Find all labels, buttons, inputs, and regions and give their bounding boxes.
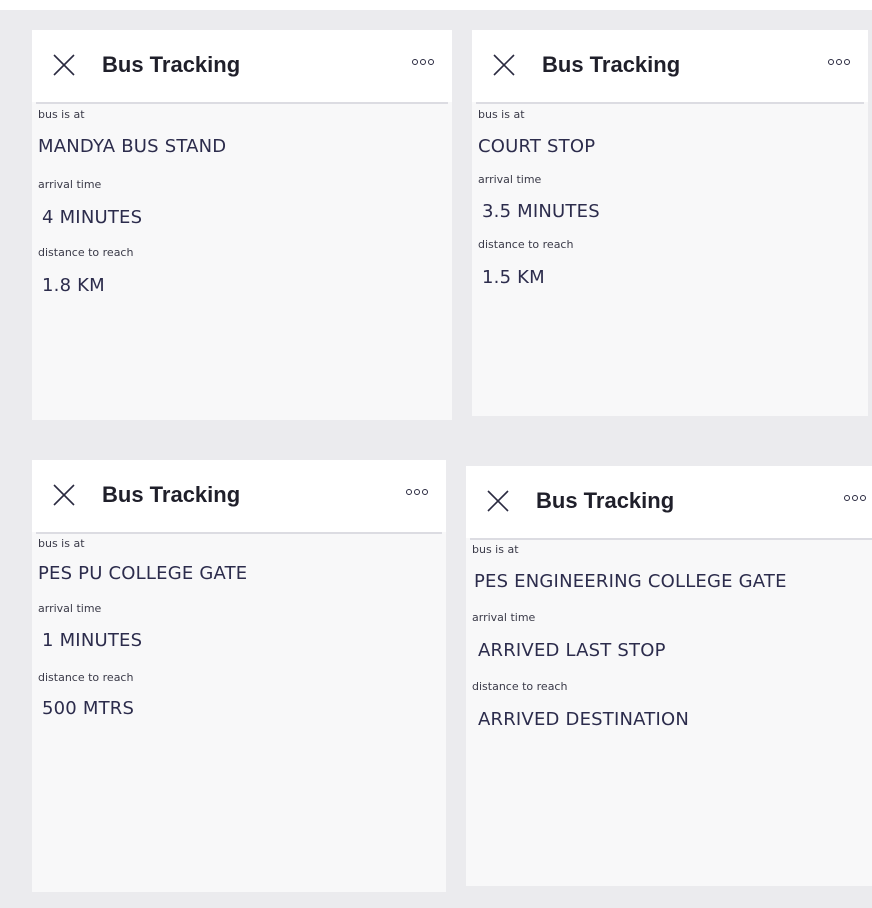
more-options-icon[interactable] — [406, 489, 428, 495]
more-options-icon[interactable] — [844, 495, 866, 501]
arrival-time-value: 1 MINUTES — [42, 630, 143, 651]
bus-location-label: bus is at — [478, 108, 525, 121]
more-options-icon[interactable] — [828, 59, 850, 65]
arrival-time-label: arrival time — [472, 611, 536, 624]
arrival-time-value: ARRIVED LAST STOP — [478, 640, 666, 661]
header-divider — [476, 102, 864, 104]
card-header: Bus Tracking — [32, 30, 452, 102]
card-header: Bus Tracking — [466, 466, 872, 538]
header-divider — [36, 102, 448, 104]
card-header: Bus Tracking — [472, 30, 868, 102]
card-header: Bus Tracking — [32, 460, 446, 532]
bus-location-value: COURT STOP — [478, 136, 596, 157]
arrival-time-label: arrival time — [38, 178, 102, 191]
arrival-time-value: 4 MINUTES — [42, 207, 143, 228]
page-top-strip — [0, 0, 872, 10]
distance-value: 1.5 KM — [482, 267, 545, 288]
header-divider — [36, 532, 442, 534]
header-divider — [470, 538, 872, 540]
bus-tracking-card-1: Bus Tracking bus is at MANDYA BUS STAND … — [32, 30, 452, 420]
bus-location-value: PES PU COLLEGE GATE — [38, 563, 248, 584]
distance-value: ARRIVED DESTINATION — [478, 709, 689, 730]
distance-value: 1.8 KM — [42, 275, 105, 296]
card-title: Bus Tracking — [536, 488, 675, 513]
bus-location-value: PES ENGINEERING COLLEGE GATE — [474, 571, 787, 592]
close-icon[interactable] — [486, 489, 510, 513]
bus-location-value: MANDYA BUS STAND — [38, 136, 227, 157]
arrival-time-value: 3.5 MINUTES — [482, 201, 600, 222]
distance-value: 500 MTRS — [42, 698, 135, 719]
bus-location-label: bus is at — [38, 108, 85, 121]
bus-location-label: bus is at — [472, 543, 519, 556]
close-icon[interactable] — [52, 53, 76, 77]
distance-label: distance to reach — [478, 238, 574, 251]
distance-label: distance to reach — [472, 680, 568, 693]
arrival-time-label: arrival time — [478, 173, 542, 186]
close-icon[interactable] — [492, 53, 516, 77]
card-title: Bus Tracking — [542, 52, 681, 77]
distance-label: distance to reach — [38, 671, 134, 684]
close-icon[interactable] — [52, 483, 76, 507]
bus-location-label: bus is at — [38, 537, 85, 550]
bus-tracking-card-2: Bus Tracking bus is at COURT STOP arriva… — [472, 30, 868, 416]
card-title: Bus Tracking — [102, 482, 241, 507]
arrival-time-label: arrival time — [38, 602, 102, 615]
bus-tracking-card-3: Bus Tracking bus is at PES PU COLLEGE GA… — [32, 460, 446, 892]
more-options-icon[interactable] — [412, 59, 434, 65]
card-title: Bus Tracking — [102, 52, 241, 77]
distance-label: distance to reach — [38, 246, 134, 259]
bus-tracking-card-4: Bus Tracking bus is at PES ENGINEERING C… — [466, 466, 872, 886]
